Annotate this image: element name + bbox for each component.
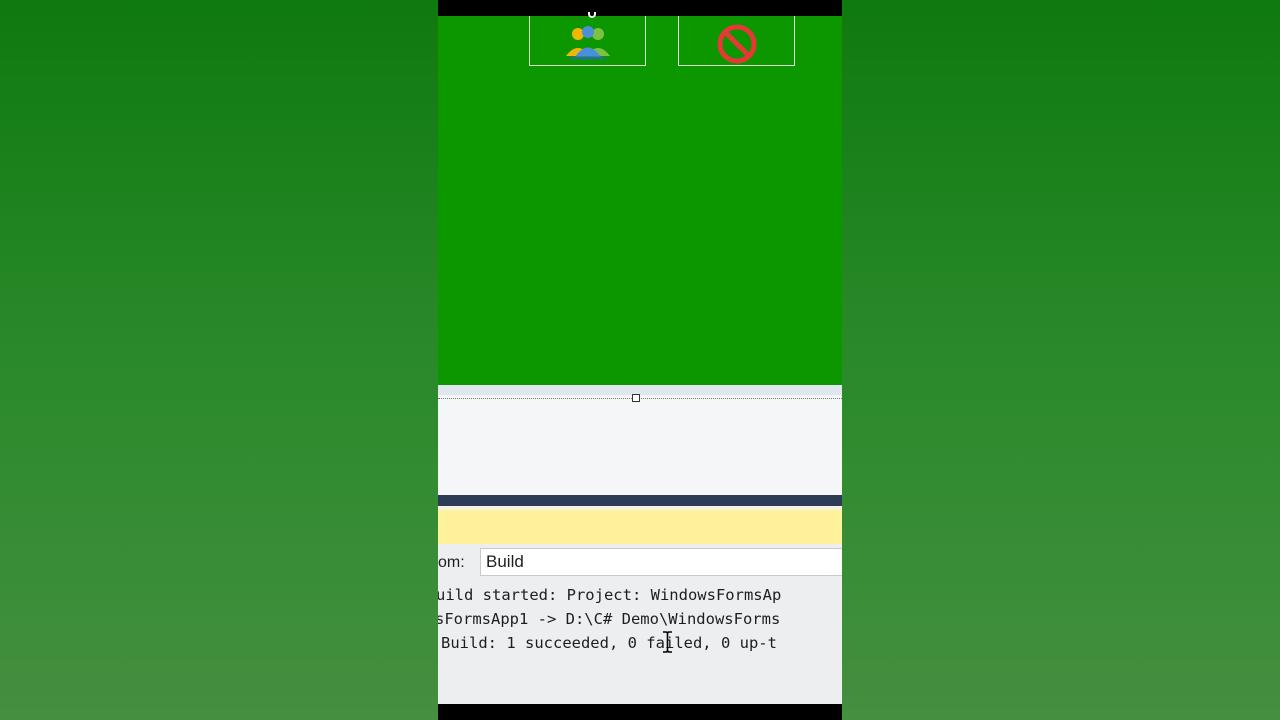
info-bar	[438, 506, 842, 544]
component-tray	[438, 385, 842, 495]
prohibited-button[interactable]	[678, 16, 795, 66]
text-cursor-icon	[663, 631, 672, 653]
form-design-surface[interactable]	[438, 12, 842, 385]
output-title-bar	[438, 495, 842, 506]
users-icon	[565, 26, 610, 60]
prohibited-icon	[717, 24, 756, 64]
users-button[interactable]	[529, 16, 646, 66]
show-output-from-label: om:	[438, 554, 465, 571]
output-window: om: Build uild started: Project: Windows…	[438, 544, 842, 704]
output-line: Build: 1 succeeded, 0 failed, 0 up-t	[441, 634, 777, 652]
video-letterbox-bottom	[438, 704, 842, 720]
splitter-line	[438, 398, 842, 399]
output-source-dropdown[interactable]: Build	[480, 548, 842, 576]
resize-handle[interactable]	[632, 394, 640, 402]
output-text[interactable]: uild started: Project: WindowsFormsAp sF…	[438, 583, 842, 655]
output-line: sFormsApp1 -> D:\C# Demo\WindowsForms	[438, 610, 781, 628]
form-border	[438, 385, 842, 395]
output-line: uild started: Project: WindowsFormsAp	[438, 586, 782, 604]
video-frame: om: Build uild started: Project: Windows…	[438, 0, 842, 720]
